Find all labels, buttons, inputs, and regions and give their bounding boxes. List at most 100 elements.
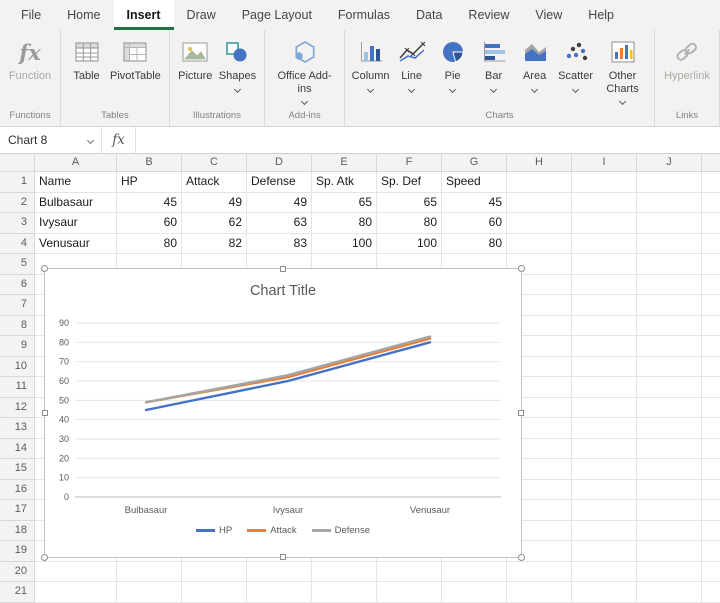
- cell-e1[interactable]: Sp. Atk: [312, 172, 377, 193]
- fx-button[interactable]: fx: [102, 127, 136, 153]
- cell-j16[interactable]: [637, 480, 702, 501]
- row-header-10[interactable]: 10: [0, 357, 35, 378]
- row-header-6[interactable]: 6: [0, 275, 35, 296]
- column-header-c[interactable]: C: [182, 154, 247, 172]
- legend-item-defense[interactable]: Defense: [312, 525, 370, 536]
- area-chart-button[interactable]: Area: [514, 32, 555, 107]
- cell-j10[interactable]: [637, 357, 702, 378]
- cell-g4[interactable]: 80: [442, 234, 507, 255]
- cell-g1[interactable]: Speed: [442, 172, 507, 193]
- cell-j4[interactable]: [637, 234, 702, 255]
- row-header-2[interactable]: 2: [0, 193, 35, 214]
- cell-b2[interactable]: 45: [117, 193, 182, 214]
- cell-j12[interactable]: [637, 398, 702, 419]
- cell-partial-21[interactable]: [702, 582, 720, 603]
- cell-c3[interactable]: 62: [182, 213, 247, 234]
- cell-j6[interactable]: [637, 275, 702, 296]
- picture-button[interactable]: Picture: [175, 32, 216, 107]
- cell-g3[interactable]: 60: [442, 213, 507, 234]
- row-header-15[interactable]: 15: [0, 459, 35, 480]
- cell-partial-14[interactable]: [702, 439, 720, 460]
- cell-j21[interactable]: [637, 582, 702, 603]
- row-header-9[interactable]: 9: [0, 336, 35, 357]
- cell-a2[interactable]: Bulbasaur: [35, 193, 117, 214]
- row-header-5[interactable]: 5: [0, 254, 35, 275]
- formula-input[interactable]: [136, 127, 720, 153]
- pie-chart-button[interactable]: Pie: [432, 32, 473, 107]
- cell-partial-17[interactable]: [702, 500, 720, 521]
- cell-b4[interactable]: 80: [117, 234, 182, 255]
- cell-g21[interactable]: [442, 582, 507, 603]
- name-box-dropdown-icon[interactable]: [87, 136, 94, 143]
- tab-home[interactable]: Home: [54, 0, 113, 30]
- cell-a3[interactable]: Ivysaur: [35, 213, 117, 234]
- chart-resize-handle-se[interactable]: [518, 554, 525, 561]
- cell-i11[interactable]: [572, 377, 637, 398]
- cell-i10[interactable]: [572, 357, 637, 378]
- cell-i18[interactable]: [572, 521, 637, 542]
- tab-page-layout[interactable]: Page Layout: [229, 0, 325, 30]
- cell-g2[interactable]: 45: [442, 193, 507, 214]
- cell-c21[interactable]: [182, 582, 247, 603]
- chart-resize-handle-ne[interactable]: [518, 265, 525, 272]
- row-header-16[interactable]: 16: [0, 480, 35, 501]
- cell-i8[interactable]: [572, 316, 637, 337]
- tab-help[interactable]: Help: [575, 0, 627, 30]
- chart[interactable]: Chart Title 0102030405060708090 Bulbasau…: [44, 268, 522, 558]
- cell-i13[interactable]: [572, 418, 637, 439]
- column-header-f[interactable]: F: [377, 154, 442, 172]
- cell-j13[interactable]: [637, 418, 702, 439]
- cell-b3[interactable]: 60: [117, 213, 182, 234]
- cell-partial-19[interactable]: [702, 541, 720, 562]
- cell-a1[interactable]: Name: [35, 172, 117, 193]
- cell-a21[interactable]: [35, 582, 117, 603]
- chart-resize-handle-e[interactable]: [518, 410, 524, 416]
- column-header-d[interactable]: D: [247, 154, 312, 172]
- tab-draw[interactable]: Draw: [174, 0, 229, 30]
- tab-data[interactable]: Data: [403, 0, 455, 30]
- cell-e3[interactable]: 80: [312, 213, 377, 234]
- cell-partial-8[interactable]: [702, 316, 720, 337]
- cell-h3[interactable]: [507, 213, 572, 234]
- cell-g20[interactable]: [442, 562, 507, 583]
- cell-i9[interactable]: [572, 336, 637, 357]
- cell-i14[interactable]: [572, 439, 637, 460]
- cell-f3[interactable]: 80: [377, 213, 442, 234]
- cell-b20[interactable]: [117, 562, 182, 583]
- cell-partial-18[interactable]: [702, 521, 720, 542]
- cell-i7[interactable]: [572, 295, 637, 316]
- select-all-corner[interactable]: [0, 154, 35, 172]
- column-header-i[interactable]: I: [572, 154, 637, 172]
- cell-j9[interactable]: [637, 336, 702, 357]
- cell-h2[interactable]: [507, 193, 572, 214]
- cell-i6[interactable]: [572, 275, 637, 296]
- cell-c20[interactable]: [182, 562, 247, 583]
- cell-i3[interactable]: [572, 213, 637, 234]
- row-header-8[interactable]: 8: [0, 316, 35, 337]
- office-add-ins-button[interactable]: Office Add-ins: [270, 32, 339, 107]
- row-header-14[interactable]: 14: [0, 439, 35, 460]
- cell-e20[interactable]: [312, 562, 377, 583]
- table-button[interactable]: Table: [66, 32, 107, 107]
- cell-partial-1[interactable]: [702, 172, 720, 193]
- cell-partial-5[interactable]: [702, 254, 720, 275]
- cell-j2[interactable]: [637, 193, 702, 214]
- cell-e21[interactable]: [312, 582, 377, 603]
- column-header-a[interactable]: A: [35, 154, 117, 172]
- cell-c1[interactable]: Attack: [182, 172, 247, 193]
- cell-partial-2[interactable]: [702, 193, 720, 214]
- chart-resize-handle-w[interactable]: [42, 410, 48, 416]
- cell-partial-13[interactable]: [702, 418, 720, 439]
- scatter-chart-button[interactable]: Scatter: [555, 32, 596, 107]
- chart-resize-handle-nw[interactable]: [41, 265, 48, 272]
- other-charts-button[interactable]: Other Charts: [596, 32, 649, 107]
- cell-h21[interactable]: [507, 582, 572, 603]
- cell-i20[interactable]: [572, 562, 637, 583]
- row-header-3[interactable]: 3: [0, 213, 35, 234]
- cell-i16[interactable]: [572, 480, 637, 501]
- column-chart-button[interactable]: Column: [350, 32, 391, 107]
- series-line-defense[interactable]: [146, 337, 430, 403]
- cell-d20[interactable]: [247, 562, 312, 583]
- cell-partial-20[interactable]: [702, 562, 720, 583]
- cell-i17[interactable]: [572, 500, 637, 521]
